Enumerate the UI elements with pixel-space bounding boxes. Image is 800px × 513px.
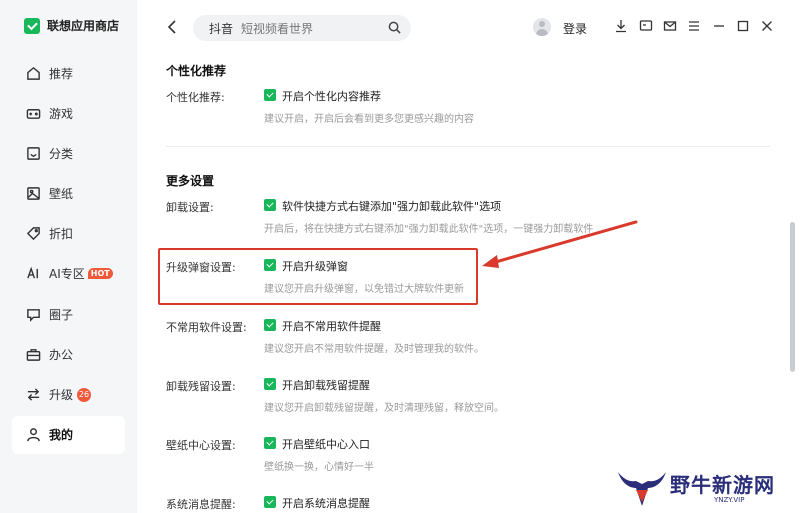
- sidebar: 联想应用商店 推荐 游戏 分类 壁纸 折扣 AI专区 HOT 圈子 办公 升级 …: [0, 0, 137, 513]
- gamepad-icon: [25, 105, 41, 121]
- sidebar-item-label: 我的: [49, 428, 74, 443]
- briefcase-icon: [25, 346, 41, 362]
- setting-label: 卸载设置:: [166, 201, 214, 214]
- community-icon: [25, 306, 41, 322]
- section-title-personal: 个性化推荐: [166, 64, 227, 78]
- app-name: 联想应用商店: [47, 19, 120, 33]
- hot-badge: HOT: [87, 268, 113, 280]
- sidebar-item-wallpaper[interactable]: 壁纸: [12, 175, 125, 213]
- setting-label: 壁纸中心设置:: [166, 439, 236, 452]
- upgrade-count-badge: 26: [77, 387, 92, 402]
- unused-software-checkbox[interactable]: [264, 319, 276, 331]
- brand: 联想应用商店: [24, 17, 119, 34]
- close-icon[interactable]: [760, 19, 774, 33]
- watermark-sub: YNZY.VIP: [714, 496, 745, 504]
- sidebar-item-office[interactable]: 办公: [12, 335, 125, 373]
- uninstall-menu-checkbox[interactable]: [264, 199, 276, 211]
- avatar[interactable]: [533, 18, 551, 36]
- image-icon: [25, 186, 41, 202]
- sidebar-item-games[interactable]: 游戏: [12, 94, 125, 132]
- watermark: 野牛新游网 YNZY.VIP: [616, 466, 800, 513]
- personal-recommend-checkbox[interactable]: [264, 89, 276, 101]
- sidebar-item-label: AI专区: [49, 267, 85, 282]
- setting-label: 卸载残留设置:: [166, 380, 236, 393]
- setting-hint: 建议您开启不常用软件提醒，及时管理我的软件。: [264, 344, 484, 355]
- setting-hint: 壁纸换一换，心情好一半: [264, 462, 374, 473]
- bull-logo-icon: [618, 472, 666, 506]
- section-title-more: 更多设置: [166, 174, 215, 188]
- download-icon[interactable]: [614, 19, 628, 33]
- wallpaper-center-checkbox[interactable]: [264, 437, 276, 449]
- setting-option-text: 开启不常用软件提醒: [282, 320, 381, 333]
- minimize-icon[interactable]: [712, 19, 726, 33]
- sidebar-item-community[interactable]: 圈子: [12, 295, 125, 333]
- setting-hint: 建议开启，开启后会看到更多您更感兴趣的内容: [264, 114, 474, 125]
- setting-label: 不常用软件设置:: [166, 321, 247, 334]
- screen-icon[interactable]: [639, 19, 653, 33]
- setting-option-text: 开启系统消息提醒: [282, 497, 370, 510]
- setting-hint: 开启后，将在快捷方式右键添加"强力卸载此软件"选项，一键强力卸载软件: [264, 224, 594, 235]
- category-icon: [25, 145, 41, 161]
- ai-icon: [25, 266, 41, 282]
- home-icon: [25, 65, 41, 81]
- setting-label: 系统消息提醒:: [166, 498, 236, 511]
- login-button[interactable]: 登录: [563, 20, 587, 37]
- setting-hint: 建议您开启卸载残留提醒，及时清理残留，释放空间。: [264, 403, 504, 414]
- watermark-text: 野牛新游网: [670, 473, 775, 497]
- sidebar-nav: 推荐 游戏 分类 壁纸 折扣 AI专区 HOT 圈子 办公 升级 26 我的: [12, 54, 125, 456]
- sidebar-item-label: 分类: [49, 146, 74, 161]
- sidebar-item-recommend[interactable]: 推荐: [12, 54, 125, 92]
- app-logo-icon: [24, 17, 40, 34]
- user-icon: [25, 427, 41, 443]
- tag-icon: [25, 226, 41, 242]
- sidebar-item-label: 游戏: [49, 106, 74, 121]
- chevron-left-icon: [167, 20, 176, 34]
- maximize-icon[interactable]: [736, 19, 750, 33]
- search-input[interactable]: 抖音 短视频看世界: [193, 15, 411, 41]
- sidebar-item-label: 折扣: [49, 227, 74, 242]
- system-message-checkbox[interactable]: [264, 496, 276, 508]
- setting-option-text: 开启卸载残留提醒: [282, 379, 370, 392]
- swap-icon: [25, 387, 41, 403]
- scrollbar-thumb[interactable]: [790, 222, 795, 372]
- search-keyword: 抖音: [209, 21, 234, 36]
- sidebar-item-upgrade[interactable]: 升级 26: [12, 376, 125, 414]
- setting-option-text: 开启壁纸中心入口: [282, 438, 370, 451]
- section-divider: [166, 146, 770, 147]
- sidebar-item-category[interactable]: 分类: [12, 134, 125, 172]
- sidebar-item-label: 推荐: [49, 66, 74, 81]
- back-button[interactable]: [165, 19, 181, 35]
- uninstall-residue-checkbox[interactable]: [264, 378, 276, 390]
- setting-option-text: 开启个性化内容推荐: [282, 90, 381, 103]
- sidebar-item-ai[interactable]: AI专区 HOT: [12, 255, 125, 293]
- sidebar-item-label: 壁纸: [49, 187, 74, 202]
- sidebar-item-label: 升级: [49, 388, 74, 402]
- setting-option-text: 软件快捷方式右键添加"强力卸载此软件"选项: [282, 200, 502, 213]
- setting-label: 个性化推荐:: [166, 91, 225, 104]
- sidebar-item-discount[interactable]: 折扣: [12, 215, 125, 253]
- sidebar-item-mine[interactable]: 我的: [12, 415, 125, 454]
- menu-icon[interactable]: [687, 19, 701, 33]
- mail-icon[interactable]: [663, 19, 677, 33]
- search-icon[interactable]: [388, 21, 401, 34]
- sidebar-item-label: 圈子: [49, 307, 74, 322]
- search-hint: 短视频看世界: [241, 21, 314, 36]
- annotation-highlight-box: [158, 248, 478, 305]
- sidebar-item-label: 办公: [49, 347, 74, 362]
